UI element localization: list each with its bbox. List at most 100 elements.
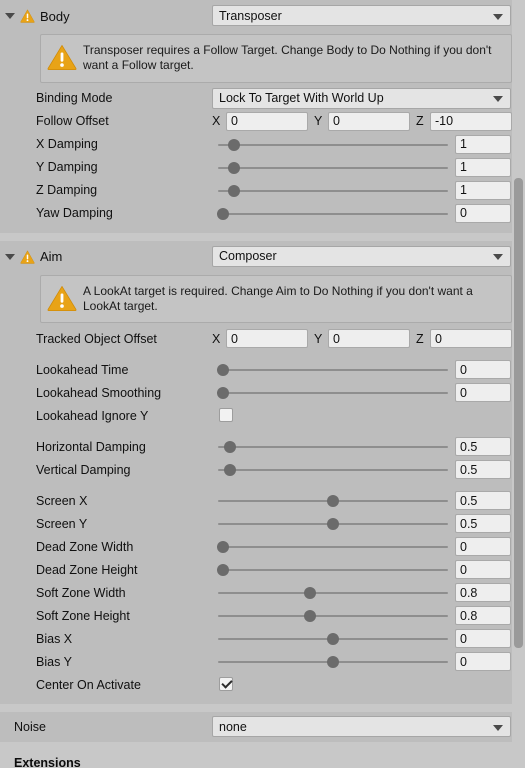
slider-handle[interactable]	[228, 138, 241, 151]
slider-value-input[interactable]: 0	[455, 383, 511, 403]
slider-track[interactable]	[218, 143, 448, 146]
slider-control[interactable]	[218, 512, 448, 535]
slider-track[interactable]	[218, 469, 448, 472]
slider-value-input[interactable]: 1	[455, 134, 511, 154]
noise-dropdown[interactable]: none	[212, 716, 511, 738]
slider-control[interactable]	[218, 179, 448, 202]
slider-handle[interactable]	[327, 656, 339, 669]
slider-handle[interactable]	[304, 610, 316, 623]
slider-handle[interactable]	[216, 364, 229, 377]
slider-handle[interactable]	[327, 495, 339, 508]
tracked-offset-x-input[interactable]: 0	[226, 329, 308, 349]
tracked-offset-y-input[interactable]: 0	[328, 329, 410, 349]
slider-value-input[interactable]: 0	[455, 560, 511, 580]
slider-label: Y Damping	[36, 160, 98, 175]
follow-offset-x-input[interactable]: 0	[226, 111, 308, 131]
aim-header-row[interactable]: Aim Composer	[0, 240, 525, 273]
lookahead-sliders: Lookahead Time 0 Lookahead Smoothing 0	[0, 358, 525, 404]
slider-track[interactable]	[218, 615, 448, 618]
body-type-value: Transposer	[219, 8, 282, 23]
slider-value-input[interactable]: 0.5	[455, 437, 511, 457]
slider-label: Lookahead Smoothing	[36, 385, 162, 400]
center-on-activate-label: Center On Activate	[36, 677, 141, 692]
slider-control[interactable]	[218, 604, 448, 627]
slider-handle[interactable]	[223, 464, 236, 477]
aim-foldout-toggle[interactable]	[0, 253, 20, 260]
warning-triangle-icon	[20, 9, 35, 23]
slider-track[interactable]	[218, 189, 448, 192]
lookahead-ignore-y-checkbox[interactable]	[219, 408, 233, 423]
aim-type-dropdown[interactable]: Composer	[212, 245, 511, 267]
slider-track[interactable]	[218, 592, 448, 595]
slider-value-input[interactable]: 1	[455, 157, 511, 177]
slider-track[interactable]	[218, 392, 448, 395]
slider-handle[interactable]	[228, 161, 241, 174]
slider-row: Dead Zone Height 0	[0, 558, 525, 581]
slider-control[interactable]	[218, 650, 448, 673]
slider-value-input[interactable]: 0.5	[455, 460, 511, 480]
body-label: Body	[40, 8, 70, 24]
slider-handle[interactable]	[327, 518, 339, 531]
slider-value-input[interactable]: 0	[455, 629, 511, 649]
slider-handle[interactable]	[216, 564, 229, 577]
slider-value-input[interactable]: 0.5	[455, 514, 511, 534]
slider-control[interactable]	[218, 627, 448, 650]
slider-track[interactable]	[218, 212, 448, 215]
tracked-offset-z-input[interactable]: 0	[430, 329, 512, 349]
slider-value-input[interactable]: 0.8	[455, 606, 511, 626]
slider-value-input[interactable]: 1	[455, 180, 511, 200]
slider-label: Bias Y	[36, 654, 72, 669]
slider-control[interactable]	[216, 202, 448, 225]
slider-handle[interactable]	[216, 541, 229, 554]
chevron-down-icon	[5, 253, 15, 260]
slider-control[interactable]	[218, 458, 448, 481]
slider-track[interactable]	[218, 166, 448, 169]
axis-label-z: Z	[416, 114, 424, 129]
warning-triangle-icon	[47, 44, 77, 71]
slider-control[interactable]	[216, 558, 448, 581]
body-type-dropdown[interactable]: Transposer	[212, 5, 511, 26]
slider-label: Bias X	[36, 631, 73, 646]
slider-handle[interactable]	[216, 207, 229, 220]
slider-handle[interactable]	[304, 587, 316, 600]
slider-control[interactable]	[218, 489, 448, 512]
slider-track[interactable]	[218, 446, 448, 449]
slider-control[interactable]	[218, 435, 448, 458]
slider-control[interactable]	[218, 581, 448, 604]
slider-handle[interactable]	[228, 184, 241, 197]
body-foldout-toggle[interactable]	[0, 13, 20, 19]
slider-value-input[interactable]: 0	[455, 652, 511, 672]
follow-offset-y-input[interactable]: 0	[328, 111, 410, 131]
slider-control[interactable]	[216, 381, 448, 404]
slider-row: Dead Zone Width 0	[0, 535, 525, 558]
center-on-activate-checkbox[interactable]	[219, 677, 233, 692]
slider-value-input[interactable]: 0	[455, 203, 511, 223]
slider-handle[interactable]	[327, 633, 339, 646]
slider-control[interactable]	[216, 358, 448, 381]
slider-track[interactable]	[218, 569, 448, 572]
slider-control[interactable]	[216, 535, 448, 558]
warning-triangle-glyph	[20, 9, 35, 23]
slider-value-input[interactable]: 0	[455, 537, 511, 557]
follow-offset-z-input[interactable]: -10	[430, 111, 512, 131]
tracked-offset-y: Y 0	[314, 329, 410, 349]
slider-row: Bias Y 0	[0, 650, 525, 673]
slider-value-input[interactable]: 0.5	[455, 491, 511, 511]
slider-track[interactable]	[218, 369, 448, 372]
slider-value-input[interactable]: 0.8	[455, 583, 511, 603]
slider-handle[interactable]	[216, 387, 229, 400]
scrollbar-thumb[interactable]	[514, 178, 523, 648]
vertical-scrollbar[interactable]	[512, 0, 525, 768]
slider-control[interactable]	[218, 133, 448, 156]
slider-track[interactable]	[218, 546, 448, 549]
slider-value-input[interactable]: 0	[455, 360, 511, 380]
binding-mode-dropdown[interactable]: Lock To Target With World Up	[212, 87, 511, 109]
follow-offset-vector3: X 0 Y 0 Z -10	[212, 111, 512, 131]
body-header-row[interactable]: Body Transposer	[0, 0, 525, 32]
warning-triangle-glyph	[47, 45, 77, 70]
follow-offset-row: Follow Offset X 0 Y 0 Z -10	[0, 110, 525, 133]
aim-section: Aim Composer A LookAt target is required…	[0, 240, 525, 705]
slider-control[interactable]	[218, 156, 448, 179]
tracked-object-offset-label: Tracked Object Offset	[36, 331, 157, 346]
slider-handle[interactable]	[223, 441, 236, 454]
